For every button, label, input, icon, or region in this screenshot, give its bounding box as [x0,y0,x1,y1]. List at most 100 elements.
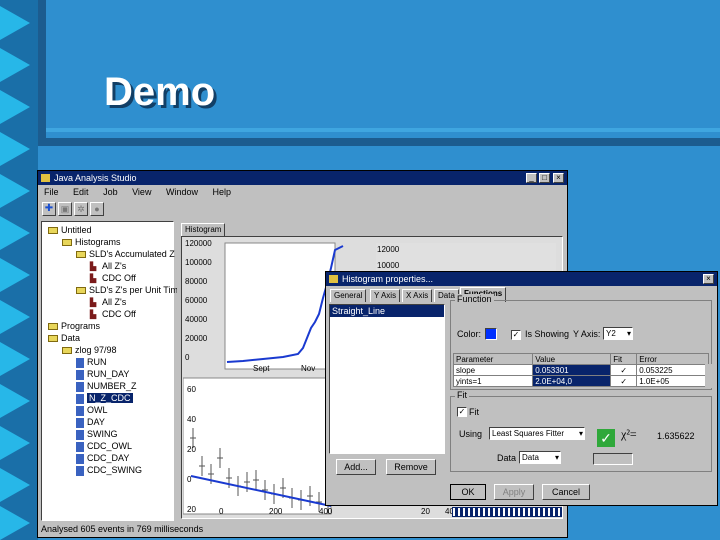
triangle-bullet [0,506,30,540]
tab-general[interactable]: General [330,289,367,302]
tree-item-label: CDC Off [102,309,136,319]
cell-value[interactable]: 2.0E+04,0 [532,375,612,387]
tree-item[interactable]: ▙ All Z's [44,296,171,308]
menu-job[interactable]: Job [103,187,118,197]
bottom-y-tick: 20 [187,505,196,514]
bottom-y-tick: 0 [187,475,192,484]
table-row[interactable]: slope 0.053301 ✓ 0.053225 [452,364,709,376]
data-value: Data [522,453,539,462]
tree-item[interactable]: Data [44,332,171,344]
cell-value[interactable]: 0.053301 [532,364,612,376]
new-icon[interactable]: ✚ [42,202,56,216]
y-axis-select[interactable]: Y2 ▾ [603,327,633,340]
tree-item-label: All Z's [102,261,127,271]
tree-item[interactable]: Histograms [44,236,171,248]
tree-item[interactable]: OWL [44,404,171,416]
dialog-close-button[interactable]: × [703,274,714,284]
data-select[interactable]: Data ▾ [519,451,561,464]
function-group: Function Color: ✓ Is Showing Y Axis: Y2 … [450,294,712,390]
fitter-select[interactable]: Least Squares Fitter ▾ [489,427,585,440]
tree-item-label: OWL [87,405,108,415]
tree-item-label: RUN_DAY [87,369,130,379]
cell-fit[interactable]: ✓ [610,375,638,387]
tab-y-axis[interactable]: Y Axis [370,289,401,302]
save-icon[interactable]: ▣ [58,202,72,216]
fit-checkbox[interactable]: ✓ [457,407,467,417]
tuple-icon [76,441,84,452]
function-item[interactable]: Straight_Line [330,305,444,317]
stripe [538,508,540,516]
dialog-title: Histogram properties... [342,274,434,284]
cell-fit[interactable]: ✓ [610,364,638,376]
tree-item[interactable]: DAY [44,416,171,428]
stripe [523,508,525,516]
fit-group-label: Fit [455,390,469,400]
triangle-bullet [0,174,30,208]
tree-item[interactable]: ▙ All Z's [44,260,171,272]
menu-view[interactable]: View [132,187,151,197]
color-swatch[interactable] [485,328,497,340]
stripe [503,508,505,516]
tab-histogram[interactable]: Histogram [181,223,226,236]
fitter-value: Least Squares Fitter [492,429,565,438]
bottom-x-tick: 400 [319,507,333,516]
tree-item[interactable]: ▙ CDC Off [44,272,171,284]
bottom-plot-canvas [183,377,332,515]
main-titlebar: Java Analysis Studio _ □ × [38,171,567,185]
tree-item[interactable]: zlog 97/98 [44,344,171,356]
tree-item[interactable]: Programs [44,320,171,332]
cancel-button[interactable]: Cancel [542,484,590,500]
showing-checkbox[interactable]: ✓ [511,330,521,340]
tree-item[interactable]: SLD's Z's per Unit Tim [44,284,178,296]
tree-item-label: CDC_OWL [87,441,133,451]
tuple-icon [76,381,84,392]
menu-edit[interactable]: Edit [73,187,89,197]
top-y-tick: 40000 [185,315,208,324]
table-row[interactable]: yints=1 2.0E+04,0 ✓ 1.0E+05 [452,375,709,387]
app-icon [41,174,50,182]
tree-item[interactable]: CDC_OWL [44,440,171,452]
triangle-bullet [0,258,30,292]
stripe [453,508,455,516]
cell-error: 1.0E+05 [636,375,709,387]
triangle-bullet [0,468,30,502]
close-button[interactable]: × [553,173,564,183]
top-y-tick: 100000 [185,258,212,267]
stripe [508,508,510,516]
tuple-icon [76,369,84,380]
header-error: Error [636,353,709,365]
function-list[interactable]: Straight_Line [329,304,445,454]
table-scrollbar[interactable] [705,364,715,388]
tree-item[interactable]: CDC_SWING [44,464,171,476]
tree-item[interactable]: CDC_DAY [44,452,171,464]
stripe [558,508,560,516]
top-y-tick: 80000 [185,277,208,286]
minimize-button[interactable]: _ [526,173,537,183]
settings-icon[interactable]: ✲ [74,202,88,216]
tree-item[interactable]: ▙ CDC Off [44,308,171,320]
tree-item[interactable]: SWING [44,428,171,440]
tree-item[interactable]: SLD's Accumulated Z [44,248,175,260]
tree-item-label: DAY [87,417,105,427]
tree-item[interactable]: RUN [44,356,171,368]
tree-item[interactable]: Untitled [44,224,171,236]
title-underline-bar [38,138,720,146]
tree-item[interactable]: NUMBER_Z [44,380,171,392]
menu-window[interactable]: Window [166,187,198,197]
menu-file[interactable]: File [44,187,59,197]
tree-item[interactable]: RUN_DAY [44,368,171,380]
ok-button[interactable]: OK [450,484,486,500]
tab-x-axis[interactable]: X Axis [402,289,433,302]
add-button[interactable]: Add... [336,459,376,475]
remove-button[interactable]: Remove [386,459,436,475]
maximize-button[interactable]: □ [539,173,550,183]
title-vertical-bar [38,0,46,146]
triangle-bullet [0,90,30,124]
stop-icon[interactable]: ● [90,202,104,216]
tree-item[interactable]: N_Z_CDC [44,392,171,404]
tree-item-label: SLD's Accumulated Z [89,249,175,259]
menu-help[interactable]: Help [213,187,232,197]
top-y-tick: 120000 [185,239,212,248]
header-value: Value [532,353,612,365]
apply-button[interactable]: Apply [494,484,534,500]
